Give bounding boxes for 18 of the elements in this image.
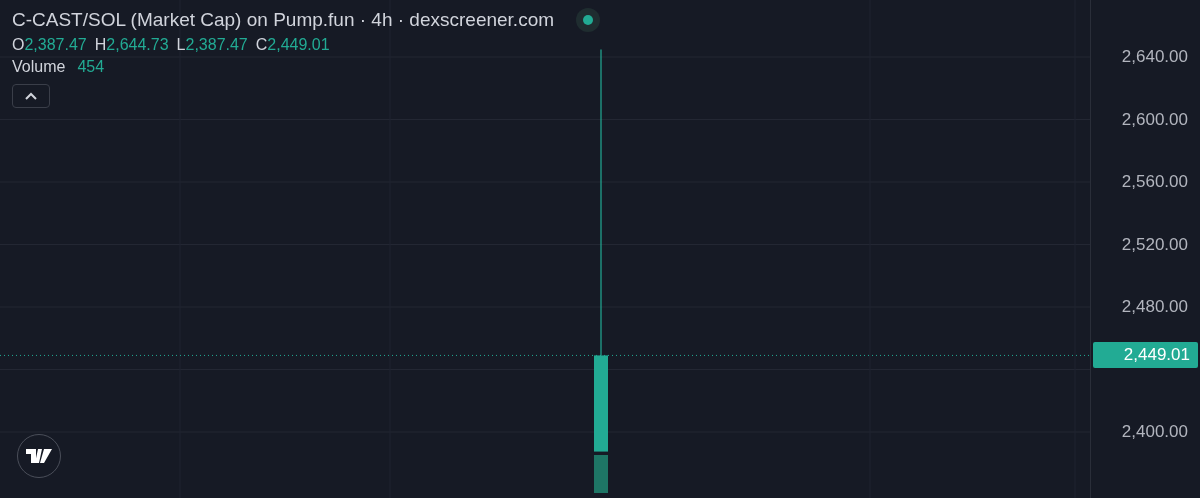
chart-title: C-CAST/SOL (Market Cap) on Pump.fun · 4h · dexscreener.com — [12, 9, 555, 31]
price-tick: 2,640.00 — [1121, 47, 1188, 67]
chevron-up-icon — [25, 92, 37, 100]
price-tick: 2,560.00 — [1121, 172, 1188, 192]
ohlc-value: O2,387.47 — [12, 36, 87, 54]
logo-icon — [26, 449, 52, 463]
ohlc-value: H2,644.73 — [94, 36, 169, 54]
price-tick: 2,600.00 — [1121, 109, 1188, 130]
price-tick: 2,520.00 — [1121, 234, 1188, 255]
volume-label: Volume — [12, 58, 66, 76]
ohlc-value: C2,449.01 — [255, 36, 330, 54]
collapse-button[interactable] — [12, 84, 50, 108]
last-price-badge: 2,449.01 — [1093, 342, 1198, 369]
price-tick: 2,480.00 — [1121, 297, 1188, 317]
volume-bar — [594, 455, 608, 493]
volume-value: 454 — [77, 58, 105, 76]
price-tick: 2,400.00 — [1121, 422, 1188, 442]
ohlc-value: L2,387.47 — [176, 36, 248, 54]
